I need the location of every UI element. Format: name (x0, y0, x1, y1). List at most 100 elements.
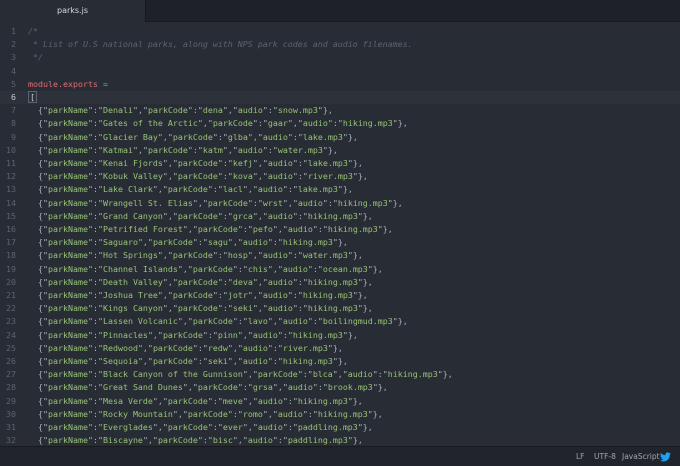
park-key: parkCode (192, 263, 233, 274)
code-line: 18 {"parkName":"Hot Springs","parkCode":… (0, 249, 680, 262)
punc: ":" (87, 105, 103, 116)
line-code: {"parkName":"Kings Canyon","parkCode":"s… (28, 302, 373, 315)
park-name-value: Petrified Forest (102, 224, 183, 234)
punc: ":" (287, 131, 303, 142)
park-name-value: Black Canyon of the Gunnison (102, 369, 243, 380)
punc: ":" (232, 263, 248, 274)
park-code-value: lavo (247, 316, 268, 327)
park-key: audio (302, 118, 328, 129)
line-code: {"parkName":"Denali","parkCode":"dena","… (28, 104, 333, 117)
punc: "," (272, 224, 288, 234)
punc: ":" (87, 276, 103, 287)
punc: {" (38, 395, 48, 406)
audio-value: hiking.mp3 (297, 395, 348, 406)
code-line: 28 {"parkName":"Great Sand Dunes","parkC… (0, 381, 680, 394)
punc: ":" (212, 131, 228, 142)
punc: {" (38, 382, 48, 393)
twitter-bird-icon[interactable] (660, 452, 671, 462)
punc: "}, (352, 171, 368, 182)
park-key: audio (262, 250, 288, 261)
park-code-value: ever (222, 422, 243, 432)
punc: ":" (87, 303, 103, 314)
park-code-value: kova (232, 171, 253, 182)
line-number: 2 (11, 39, 16, 50)
punc: {" (38, 422, 48, 432)
punc: "," (272, 382, 288, 393)
punc: ":" (282, 184, 298, 195)
audio-value: brook.mp3 (327, 382, 373, 393)
punc: "}, (377, 224, 393, 234)
park-code-value: seki (232, 303, 253, 314)
park-code-value: pinn (217, 329, 238, 340)
punc: "," (142, 435, 158, 446)
punc: "}, (357, 210, 373, 221)
park-key: parkCode (177, 171, 218, 182)
line-number: 22 (6, 303, 16, 314)
punc: "}, (332, 356, 348, 366)
punc: ":" (302, 408, 318, 419)
park-key: parkName (48, 184, 88, 195)
audio-value: hiking.mp3 (302, 290, 353, 300)
line-code: {"parkName":"Channel Islands","parkCode"… (28, 263, 383, 276)
park-key: parkCode (177, 276, 218, 287)
punc: "," (252, 158, 268, 168)
park-code-value: deva (232, 276, 253, 287)
punc: "," (247, 290, 263, 300)
code-line: 20 {"parkName":"Death Valley","parkCode"… (0, 276, 680, 289)
punc: ":" (87, 171, 103, 182)
line-code: {"parkName":"Pinnacles","parkCode":"pinn… (28, 329, 358, 342)
park-key: parkName (48, 118, 88, 129)
punc: "}, (357, 303, 373, 314)
punc: {" (38, 303, 48, 314)
code-editor[interactable]: 1 /* 2 * List of U.S national parks, along… (0, 22, 680, 446)
punc: ":" (87, 395, 103, 406)
park-key: audio (242, 237, 268, 248)
punc: "," (242, 395, 258, 406)
line-ending-indicator[interactable]: LF (576, 447, 585, 466)
code-line: 32 {"parkName":"Biscayne","parkCode":"bi… (0, 434, 680, 446)
code-line: 1 /* (0, 25, 680, 38)
line-number: 4 (11, 65, 16, 76)
park-key: audio (267, 158, 293, 168)
audio-value: hiking.mp3 (307, 276, 358, 287)
park-key: parkCode (162, 329, 203, 340)
punc: ":" (322, 197, 338, 208)
grammar-indicator[interactable]: JavaScript (622, 447, 660, 466)
punc: ":" (237, 224, 253, 234)
audio-value: lake.mp3 (297, 184, 338, 195)
punc: "}, (352, 290, 368, 300)
punc: {" (38, 435, 48, 446)
park-key: audio (347, 369, 373, 380)
line-number: 30 (6, 408, 16, 419)
punc: ":" (87, 197, 103, 208)
park-key: audio (262, 131, 288, 142)
punc: "," (252, 303, 268, 314)
line-code: {"parkName":"Wrangell St. Elias","parkCo… (28, 197, 403, 210)
punc: "," (242, 422, 258, 432)
encoding-indicator[interactable]: UTF-8 (594, 447, 616, 466)
park-name-value: Saguaro (102, 237, 138, 248)
park-key: parkCode (167, 395, 208, 406)
line-number: 21 (6, 290, 16, 300)
audio-value: boilingmud.mp3 (322, 316, 393, 327)
punc: "," (232, 435, 248, 446)
park-key: parkName (48, 329, 88, 340)
punc: "}, (357, 276, 373, 287)
status-bar: LF UTF-8 JavaScript (0, 446, 680, 466)
line-number: 24 (6, 329, 16, 340)
park-key: audio (262, 290, 288, 300)
park-key: parkCode (147, 144, 188, 155)
park-code-value: romo (242, 408, 263, 419)
punc: "," (157, 131, 173, 142)
punc: {" (38, 237, 48, 248)
line-number: 12 (6, 171, 16, 182)
park-key: parkName (48, 131, 88, 142)
park-name-value: Kings Canyon (102, 303, 163, 314)
line-number: 13 (6, 184, 16, 195)
line-code: {"parkName":"Great Sand Dunes","parkCode… (28, 381, 388, 394)
code-line: 3 */ (0, 51, 680, 64)
audio-value: snow.mp3 (277, 105, 318, 116)
audio-value: lake.mp3 (302, 131, 343, 142)
tab-parks-js[interactable]: parks.js (0, 0, 146, 22)
park-name-value: Lake Clark (102, 184, 153, 195)
